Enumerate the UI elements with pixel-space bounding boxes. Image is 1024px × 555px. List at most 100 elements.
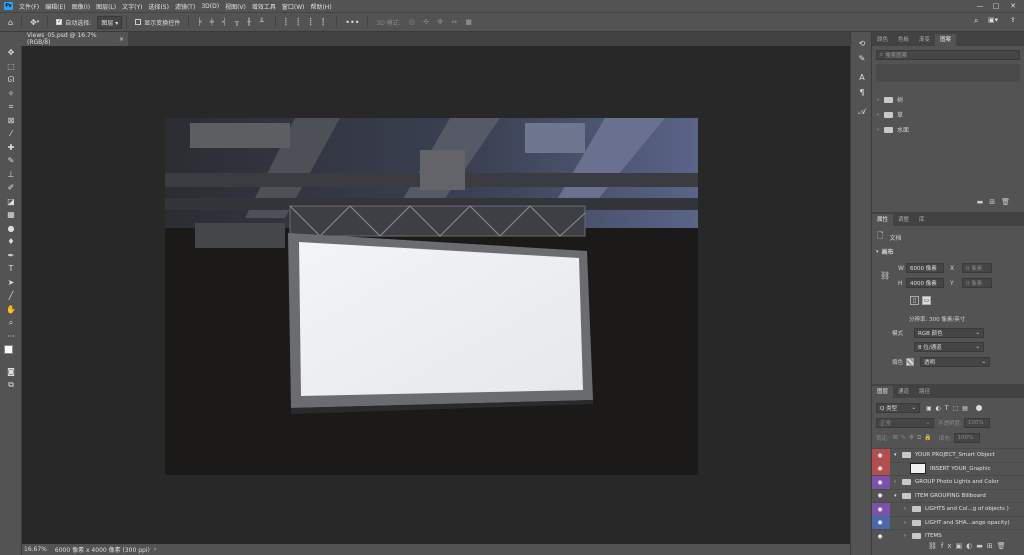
quick-mask-icon[interactable]: ◙ [0,365,22,379]
eye-icon[interactable]: ◉ [872,516,888,530]
mode-select[interactable]: RGB 颜色 ⌄ [914,328,984,338]
foreground-color[interactable] [4,345,13,354]
eye-icon[interactable]: ◉ [872,530,888,543]
history-icon[interactable]: ⟲ [851,36,873,51]
screen-mode-icon[interactable]: ⧉ [0,379,22,393]
layer-kind-filter[interactable]: Q 类型 ⌄ [876,403,920,413]
maximize-icon[interactable]: □ [989,0,1003,12]
minimize-icon[interactable]: — [973,0,987,12]
tab-color[interactable]: 颜色 [872,34,893,46]
layer-row[interactable]: ◉ ▾ YOUR PROJECT_Smart Object [872,448,1024,462]
distribute-icons[interactable]: ┋ ┋ ┋ ┇ [284,18,329,26]
lasso-tool-icon[interactable]: ᘏ [0,73,22,87]
close-tab-icon[interactable]: × [119,36,124,43]
menu-help[interactable]: 帮助(H) [311,2,332,11]
color-swatches[interactable] [0,343,22,365]
pattern-group-trees[interactable]: › 树 [872,92,1024,107]
eyedropper-icon[interactable]: ⁄ [0,127,22,141]
layer-row[interactable]: ◉ ▾ ITEM GROUPING Billboard [872,488,1024,503]
menu-3d[interactable]: 3D(D) [201,3,219,10]
workspace-icon[interactable]: ▣▾ [988,16,998,24]
layer-row[interactable]: ◉ › ITEMS [872,529,1024,543]
x-field[interactable]: 0 像素 [962,263,992,273]
tab-layers[interactable]: 图层 [872,386,894,398]
chevron-right-icon[interactable]: › [894,479,900,485]
crop-tool-icon[interactable]: ⌗ [0,100,22,114]
more-options-icon[interactable]: ••• [345,18,359,27]
eye-icon[interactable]: ◉ [872,502,888,516]
character-panel-icon[interactable]: A [851,70,873,85]
tab-patterns[interactable]: 图案 [935,34,957,46]
marquee-tool-icon[interactable]: ⬚ [0,60,22,74]
move-tool-icon[interactable]: ✥ ▾ [30,18,39,27]
status-arrow-icon[interactable]: › [154,546,156,553]
tab-adjustments[interactable]: 调整 [893,214,914,226]
tab-channels[interactable]: 通道 [893,386,914,398]
canvas-section-header[interactable]: ▾ 画布 [876,247,894,257]
eye-icon[interactable]: ◉ [872,462,888,476]
zoom-level[interactable]: 16.67% [24,546,47,553]
filter-toggle-icon[interactable] [975,405,982,411]
dodge-tool-icon[interactable]: ♦ [0,235,22,249]
tab-libraries[interactable]: 库 [914,214,930,226]
eye-icon[interactable]: ◉ [872,489,888,502]
menu-file[interactable]: 文件(F) [19,2,39,11]
y-field[interactable]: 0 像素 [962,278,992,288]
layer-row[interactable]: ◉ › LIGHTS and Col...g of objects ) [872,502,1024,516]
gradient-icon[interactable]: ▦ [0,208,22,222]
menu-layer[interactable]: 图层(L) [96,2,116,11]
menu-edit[interactable]: 编辑(E) [45,2,65,11]
chevron-down-icon[interactable]: ▾ [894,493,900,499]
pattern-group-water[interactable]: › 水面 [872,122,1024,137]
pen-tool-icon[interactable]: ✒ [0,249,22,263]
healing-brush-icon[interactable]: ✚ [0,141,22,155]
blend-mode-select[interactable]: 正常 ⌄ [876,418,934,428]
opacity-field[interactable]: 100% [963,418,990,428]
fill-swatch[interactable] [906,358,914,366]
line-tool-icon[interactable]: ╱ [0,289,22,303]
layers-footer-icons[interactable]: ⛓fx▣◐▬⊞🗑 [928,542,1010,550]
layer-filter-icons[interactable]: ▣◐T⬚▤ [926,405,972,412]
path-select-icon[interactable]: ➤ [0,276,22,290]
tab-paths[interactable]: 路径 [914,386,935,398]
blur-tool-icon[interactable]: ● [0,222,22,236]
layer-fill-field[interactable]: 100% [953,433,980,443]
pattern-group-grass[interactable]: › 草 [872,107,1024,122]
width-field[interactable]: 6000 像素 [906,263,944,273]
zoom-tool-icon[interactable]: ⌕ [0,316,22,330]
chevron-right-icon[interactable]: › [904,506,910,512]
menu-view[interactable]: 视图(V) [225,2,246,11]
chevron-down-icon[interactable]: ▾ [894,452,900,458]
bit-depth-select[interactable]: 8 位/通道 ⌄ [914,342,984,352]
search-icon[interactable]: ⌕ [974,16,978,26]
home-icon[interactable]: ⌂ [8,18,13,27]
align-icons[interactable]: ╞ ╪ ╡ ╥ ╫ ╨ [197,18,266,26]
move-tool-icon[interactable]: ✥ [0,46,22,60]
lock-icons[interactable]: ⊠✎✥⧉🔒 [893,434,935,442]
more-tools-icon[interactable]: ··· [0,330,22,344]
menu-window[interactable]: 窗口(W) [282,2,305,11]
menu-filter[interactable]: 滤镜(T) [175,2,195,11]
landscape-icon[interactable]: ▭ [922,296,931,305]
document-info[interactable]: 6000 像素 x 4000 像素 (300 ppi) [55,545,150,554]
pattern-search-input[interactable]: ⌕ 搜索图案 [876,50,1020,60]
chevron-right-icon[interactable]: › [904,533,910,539]
eye-icon[interactable]: ◉ [872,448,888,462]
chevron-right-icon[interactable]: › [904,520,910,526]
pattern-panel-footer-icons[interactable]: ▬⊞🗑 [977,198,1016,206]
height-field[interactable]: 4000 像素 [906,278,944,288]
share-icon[interactable]: ⇪ [1010,16,1016,24]
layer-row[interactable]: ◉ › LIGHT and SHA...ange opacity) [872,515,1024,530]
eye-icon[interactable]: ◉ [872,475,888,489]
document-tab[interactable]: Views_05.psd @ 16.7%(RGB/8) × [22,32,128,46]
brush-tool-icon[interactable]: ✎ [0,154,22,168]
menu-type[interactable]: 文字(Y) [122,2,142,11]
frame-tool-icon[interactable]: ⊠ [0,114,22,128]
document-image[interactable] [165,118,698,475]
fill-select[interactable]: 透明 ⌄ [920,357,990,367]
glyphs-icon[interactable]: 𝒜 [851,104,873,119]
layer-row[interactable]: ◉ › GROUP Photo Lights and Color [872,475,1024,489]
brush-settings-icon[interactable]: ✎ [851,51,873,66]
close-window-icon[interactable]: ✕ [1006,0,1020,12]
history-brush-icon[interactable]: ✐ [0,181,22,195]
